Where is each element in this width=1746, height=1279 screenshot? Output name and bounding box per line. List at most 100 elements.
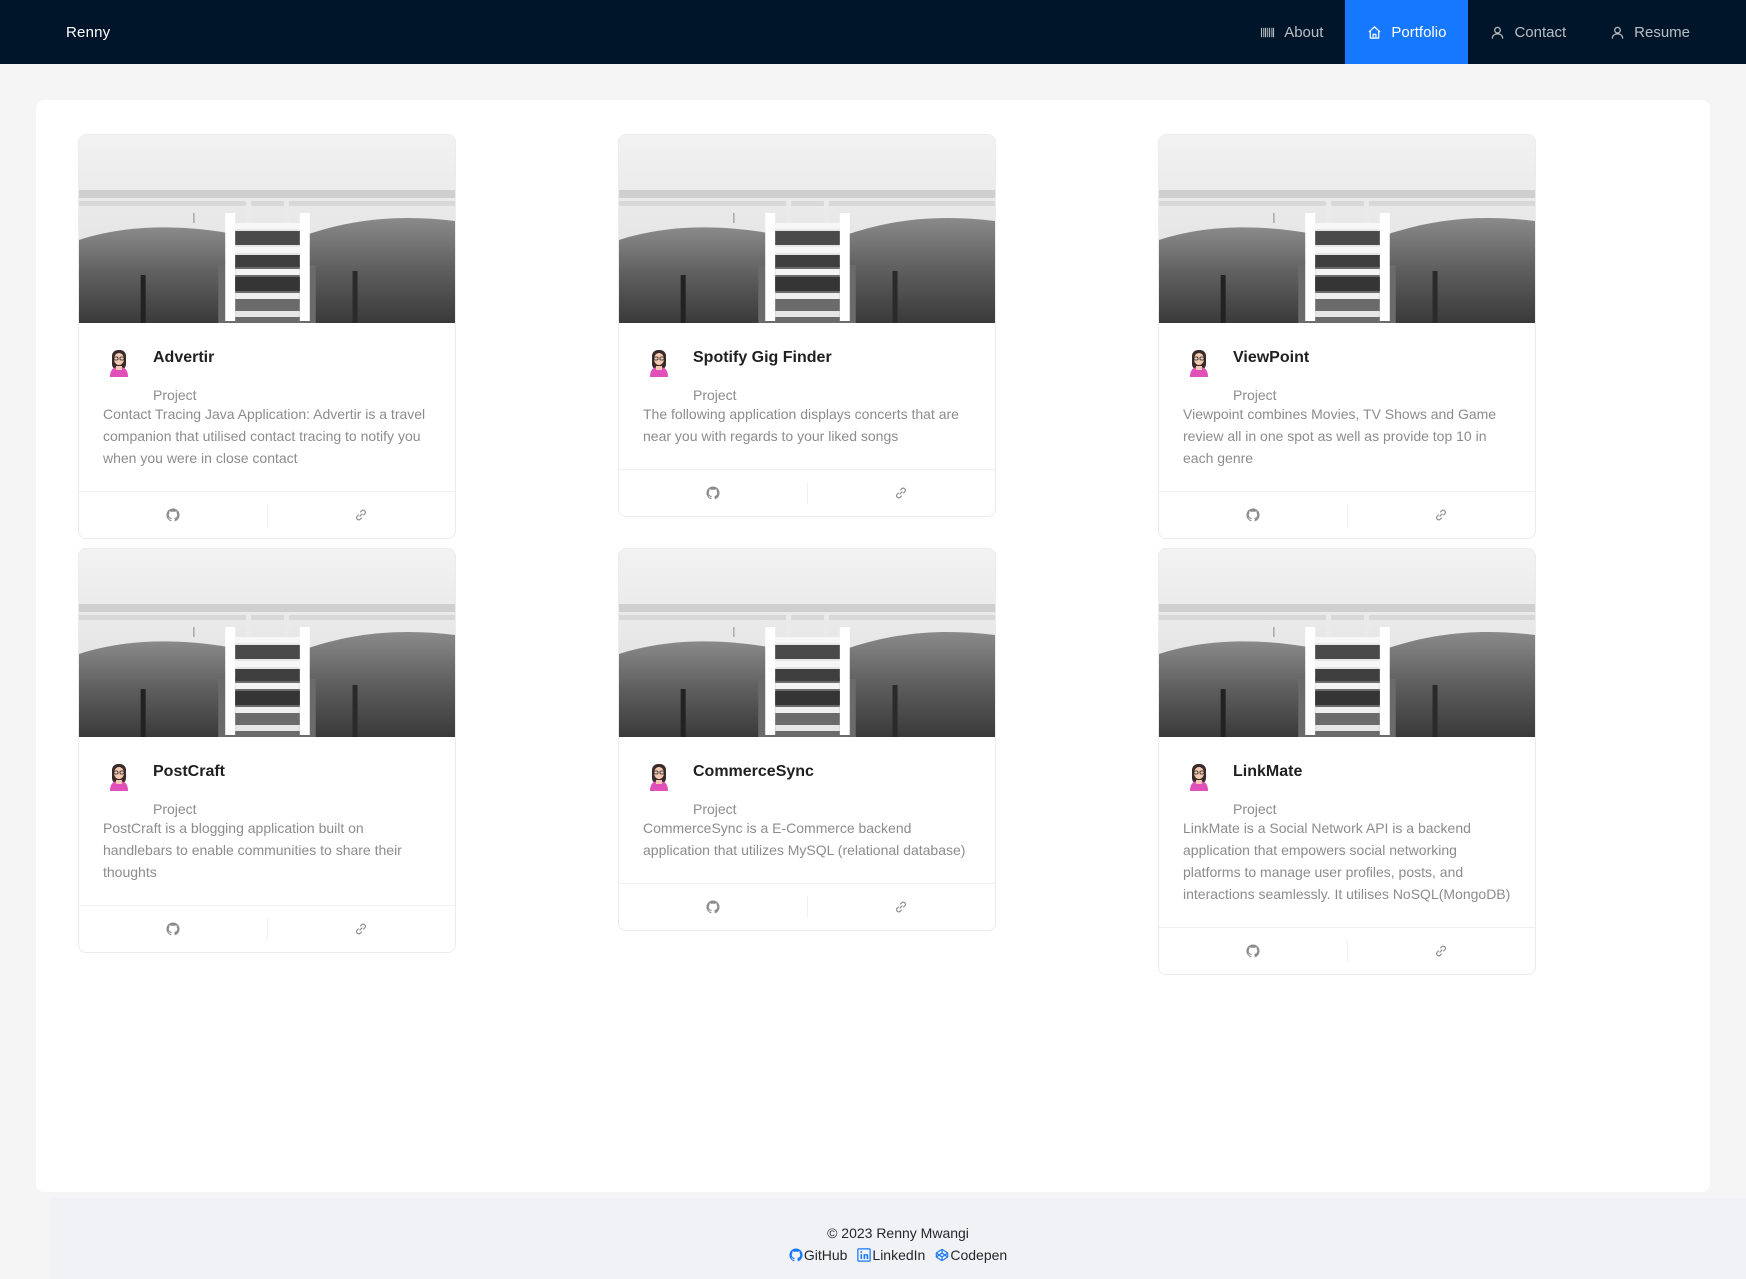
footer-github-link[interactable]: GitHub [789,1245,848,1265]
project-title[interactable]: Advertir [153,346,214,370]
footer-codepen-link[interactable]: Codepen [935,1245,1007,1265]
avatar [1183,347,1215,379]
barcode-icon [1260,25,1275,40]
project-tag: Project [1233,387,1277,403]
github-icon [706,486,720,500]
project-meta: Advertir [103,345,431,379]
project-actions [79,491,455,538]
nav-item-contact[interactable]: Contact [1468,0,1588,64]
github-repo-button[interactable] [79,918,267,940]
project-cover-image [79,549,455,737]
avatar [643,761,675,793]
link-icon [1434,944,1448,958]
github-repo-button[interactable] [79,504,267,526]
project-tag: Project [153,387,197,403]
project-title[interactable]: Spotify Gig Finder [693,346,832,370]
github-repo-button[interactable] [619,482,807,504]
project-card-body: ViewPoint Project Viewpoint combines Mov… [1159,323,1535,491]
project-card-body: CommerceSync Project CommerceSync is a E… [619,737,995,883]
project-description: LinkMate is a Social Network API is a ba… [1183,820,1511,902]
project-card-body: LinkMate Project LinkMate is a Social Ne… [1159,737,1535,927]
footer-linkedin-label: LinkedIn [872,1247,926,1263]
project-cover-image [619,549,995,737]
nav-item-portfolio[interactable]: Portfolio [1345,0,1469,64]
project-card: CommerceSync Project CommerceSync is a E… [618,548,996,931]
nav-label-portfolio: Portfolio [1391,23,1447,41]
project-card: ViewPoint Project Viewpoint combines Mov… [1158,134,1536,539]
project-meta: LinkMate [1183,759,1511,793]
project-cover-image [1159,135,1535,323]
project-title[interactable]: CommerceSync [693,760,814,784]
brand-name[interactable]: Renny [66,24,110,41]
footer-github-label: GitHub [803,1247,848,1263]
project-card-body: Advertir Project Contact Tracing Java Ap… [79,323,455,491]
main-nav: About Portfolio Contact Resume [1238,0,1712,64]
footer-codepen-label: Codepen [950,1247,1008,1263]
link-icon [894,900,908,914]
github-icon [166,508,180,522]
github-icon [166,922,180,936]
github-icon [1246,508,1260,522]
github-icon [789,1248,803,1262]
project-card-body: PostCraft Project PostCraft is a bloggin… [79,737,455,905]
live-link-button[interactable] [266,504,456,526]
project-cover-image [79,135,455,323]
link-icon [894,486,908,500]
user-icon [1490,25,1505,40]
project-actions [79,905,455,952]
avatar [103,347,135,379]
portfolio-panel: Advertir Project Contact Tracing Java Ap… [36,100,1710,1192]
project-actions [619,883,995,930]
github-icon [1246,944,1260,958]
github-repo-button[interactable] [1159,940,1347,962]
linkedin-icon [857,1248,872,1262]
live-link-button[interactable] [806,896,996,918]
github-repo-button[interactable] [1159,504,1347,526]
github-repo-button[interactable] [619,896,807,918]
project-card: PostCraft Project PostCraft is a bloggin… [78,548,456,953]
project-meta: CommerceSync [643,759,971,793]
project-card-body: Spotify Gig Finder Project The following… [619,323,995,469]
copyright-text: © 2023 Renny Mwangi [827,1225,969,1241]
link-icon [354,508,368,522]
live-link-button[interactable] [266,918,456,940]
live-link-button[interactable] [1346,940,1536,962]
avatar [643,347,675,379]
github-icon [706,900,720,914]
avatar [1183,761,1215,793]
footer-links: GitHub LinkedIn Codepen [50,1245,1746,1265]
top-navbar: Renny About Portfolio Contact Resume [0,0,1746,64]
project-description: CommerceSync is a E-Commerce backend app… [643,820,966,858]
project-actions [619,469,995,516]
nav-label-resume: Resume [1634,23,1690,41]
project-description: PostCraft is a blogging application buil… [103,820,402,880]
project-title[interactable]: ViewPoint [1233,346,1309,370]
project-card: LinkMate Project LinkMate is a Social Ne… [1158,548,1536,975]
project-tag: Project [693,801,737,817]
site-footer: © 2023 Renny Mwangi GitHub LinkedIn Code… [50,1198,1746,1279]
live-link-button[interactable] [1346,504,1536,526]
project-description: Contact Tracing Java Application: Advert… [103,406,426,466]
project-title[interactable]: PostCraft [153,760,225,784]
project-actions [1159,491,1535,538]
nav-label-contact: Contact [1514,23,1567,41]
project-meta: ViewPoint [1183,345,1511,379]
link-icon [354,922,368,936]
project-description: Viewpoint combines Movies, TV Shows and … [1183,406,1497,466]
project-card: Spotify Gig Finder Project The following… [618,134,996,517]
nav-item-resume[interactable]: Resume [1588,0,1712,64]
home-icon [1367,25,1382,40]
live-link-button[interactable] [806,482,996,504]
avatar [103,761,135,793]
project-cover-image [1159,549,1535,737]
project-description: The following application displays conce… [643,406,959,444]
project-tag: Project [153,801,197,817]
nav-item-about[interactable]: About [1238,0,1345,64]
project-cover-image [619,135,995,323]
project-meta: PostCraft [103,759,431,793]
project-title[interactable]: LinkMate [1233,760,1302,784]
project-tag: Project [693,387,737,403]
user-icon [1610,25,1625,40]
link-icon [1434,508,1448,522]
footer-linkedin-link[interactable]: LinkedIn [857,1245,925,1265]
